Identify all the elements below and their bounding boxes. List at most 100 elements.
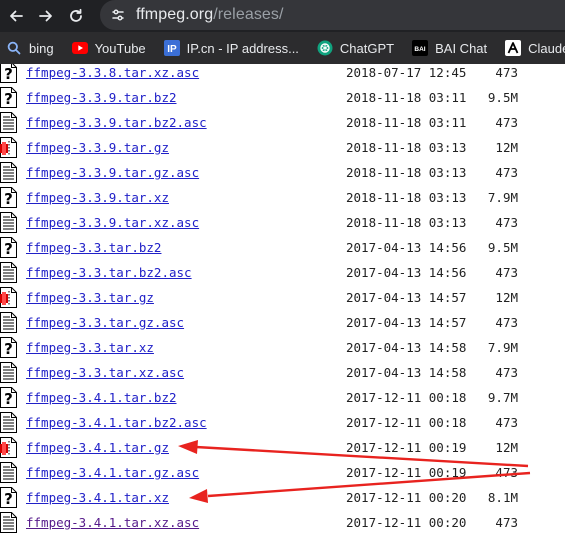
bookmark-label: Claude 2 xyxy=(528,40,565,56)
file-link[interactable]: ffmpeg-3.4.1.tar.xz.asc xyxy=(26,515,199,530)
file-link[interactable]: ffmpeg-3.3.9.tar.bz2 xyxy=(26,90,177,105)
text-file-icon xyxy=(0,262,17,283)
unknown-file-icon: ? xyxy=(0,87,17,108)
file-size: 473 xyxy=(495,365,518,380)
file-link[interactable]: ffmpeg-3.4.1.tar.bz2.asc xyxy=(26,415,207,430)
back-arrow-icon xyxy=(10,10,23,22)
file-link[interactable]: ffmpeg-3.3.9.tar.xz.asc xyxy=(26,215,199,230)
bookmark-label: ChatGPT xyxy=(339,40,395,56)
file-row: ? ffmpeg-3.4.1.tar.xz 2017-12-11 00:20 8.1M xyxy=(0,485,565,510)
file-date: 2017-04-13 14:56 xyxy=(346,265,467,280)
directory-listing: ? ffmpeg-3.3.8.tar.xz.asc 2018-07-17 12:45… xyxy=(0,64,565,538)
file-link[interactable]: ffmpeg-3.4.1.tar.bz2 xyxy=(26,390,177,405)
file-link[interactable]: ffmpeg-3.4.1.tar.xz xyxy=(26,490,169,505)
svg-text:?: ? xyxy=(4,340,13,358)
file-row: ? ffmpeg-3.4.1.tar.bz2 2017-12-11 00:18 9.7… xyxy=(0,385,565,410)
file-link[interactable]: ffmpeg-3.4.1.tar.gz.asc xyxy=(26,465,199,480)
file-size: 7.9M xyxy=(487,340,518,355)
file-link[interactable]: ffmpeg-3.3.9.tar.bz2.asc xyxy=(26,115,207,130)
bookmarks-bar: bing YouTube IP IP.cn - IP address... Ch… xyxy=(0,32,565,64)
text-file-icon xyxy=(0,162,17,183)
reload-button[interactable] xyxy=(62,2,90,30)
site-info-icon[interactable] xyxy=(110,7,126,23)
back-button[interactable] xyxy=(2,2,30,30)
browser-toolbar: ffmpeg.org/releases/ xyxy=(0,0,565,32)
address-bar[interactable]: ffmpeg.org/releases/ xyxy=(100,0,565,30)
file-link[interactable]: ffmpeg-3.3.9.tar.gz.asc xyxy=(26,165,199,180)
file-link[interactable]: ffmpeg-3.3.8.tar.xz.asc xyxy=(26,65,199,80)
unknown-file-icon: ? xyxy=(0,487,17,508)
file-row: ffmpeg-3.3.tar.gz.asc 2017-04-13 14:57 473 xyxy=(0,310,565,335)
file-row: ? ffmpeg-3.3.9.tar.bz2 2018-11-18 03:11 9.5… xyxy=(0,85,565,110)
bookmark-claude[interactable]: Claude 2 xyxy=(505,32,565,64)
bookmark-youtube[interactable]: YouTube xyxy=(71,32,146,64)
file-row: ffmpeg-3.4.1.tar.gz.asc 2017-12-11 00:19 4… xyxy=(0,460,565,485)
svg-text:BAI: BAI xyxy=(415,46,426,53)
file-row: ffmpeg-3.3.9.tar.gz 2018-11-18 03:13 12M xyxy=(0,135,565,160)
compressed-file-icon xyxy=(0,137,17,158)
file-date: 2017-04-13 14:57 xyxy=(346,290,467,305)
svg-text:?: ? xyxy=(4,390,13,408)
file-date: 2017-04-13 14:56 xyxy=(346,240,467,255)
bookmark-ipcn[interactable]: IP IP.cn - IP address... xyxy=(163,32,299,64)
forward-button[interactable] xyxy=(32,2,60,30)
file-row: ? ffmpeg-3.3.tar.bz2 2017-04-13 14:56 9.5M xyxy=(0,235,565,260)
file-link[interactable]: ffmpeg-3.3.tar.gz.asc xyxy=(26,315,184,330)
file-link[interactable]: ffmpeg-3.3.tar.bz2 xyxy=(26,240,161,255)
file-size: 473 xyxy=(495,65,518,80)
file-link[interactable]: ffmpeg-3.3.tar.bz2.asc xyxy=(26,265,192,280)
unknown-file-icon: ? xyxy=(0,187,17,208)
url-domain: ffmpeg.org xyxy=(136,6,214,23)
file-date: 2018-11-18 03:13 xyxy=(346,215,467,230)
file-row: ? ffmpeg-3.3.tar.xz 2017-04-13 14:58 7.9M xyxy=(0,335,565,360)
file-row: ffmpeg-3.3.9.tar.bz2.asc 2018-11-18 03:11… xyxy=(0,110,565,135)
chatgpt-icon xyxy=(317,40,333,56)
bookmark-label: IP.cn - IP address... xyxy=(186,40,299,56)
svg-text:?: ? xyxy=(4,240,13,258)
file-list: ? ffmpeg-3.3.8.tar.xz.asc 2018-07-17 12:45… xyxy=(0,64,565,535)
file-link[interactable]: ffmpeg-3.3.tar.xz.asc xyxy=(26,365,184,380)
text-file-icon xyxy=(0,462,17,483)
file-row: ? ffmpeg-3.3.9.tar.xz 2018-11-18 03:13 7.9M xyxy=(0,185,565,210)
unknown-file-icon: ? xyxy=(0,387,17,408)
bookmark-baichat[interactable]: BAI BAI Chat xyxy=(412,32,487,64)
file-link[interactable]: ffmpeg-3.4.1.tar.gz xyxy=(26,440,169,455)
file-size: 473 xyxy=(495,115,518,130)
file-row: ffmpeg-3.4.1.tar.bz2.asc 2017-12-11 00:18… xyxy=(0,410,565,435)
file-row: ffmpeg-3.4.1.tar.gz 2017-12-11 00:19 12M xyxy=(0,435,565,460)
file-row: ffmpeg-3.3.9.tar.xz.asc 2018-11-18 03:13 4… xyxy=(0,210,565,235)
claude-icon xyxy=(505,40,522,56)
file-link[interactable]: ffmpeg-3.3.9.tar.gz xyxy=(26,140,169,155)
file-row: ffmpeg-3.4.1.tar.xz.asc 2017-12-11 00:20 4… xyxy=(0,510,565,535)
file-row: ffmpeg-3.3.tar.gz 2017-04-13 14:57 12M xyxy=(0,285,565,310)
compressed-file-icon xyxy=(0,287,17,308)
file-date: 2018-11-18 03:13 xyxy=(346,140,467,155)
unknown-file-icon: ? xyxy=(0,237,17,258)
file-link[interactable]: ffmpeg-3.3.9.tar.xz xyxy=(26,190,169,205)
file-size: 473 xyxy=(495,415,518,430)
text-file-icon xyxy=(0,362,17,383)
forward-arrow-icon xyxy=(39,10,52,22)
file-size: 12M xyxy=(495,140,518,155)
file-size: 12M xyxy=(495,440,518,455)
file-size: 7.9M xyxy=(487,190,518,205)
file-size: 12M xyxy=(495,290,518,305)
file-link[interactable]: ffmpeg-3.3.tar.xz xyxy=(26,340,154,355)
url-text: ffmpeg.org/releases/ xyxy=(136,6,284,24)
bookmark-chatgpt[interactable]: ChatGPT xyxy=(317,32,394,64)
ipcn-icon: IP xyxy=(163,40,180,56)
text-file-icon xyxy=(0,112,17,133)
file-size: 473 xyxy=(495,465,518,480)
svg-text:?: ? xyxy=(4,90,13,108)
text-file-icon xyxy=(0,412,17,433)
file-row: ffmpeg-3.3.tar.bz2.asc 2017-04-13 14:56 47… xyxy=(0,260,565,285)
file-row: ffmpeg-3.3.9.tar.gz.asc 2018-11-18 03:13 4… xyxy=(0,160,565,185)
file-row: ffmpeg-3.3.tar.xz.asc 2017-04-13 14:58 473 xyxy=(0,360,565,385)
file-size: 9.5M xyxy=(487,240,518,255)
file-size: 473 xyxy=(495,265,518,280)
file-row: ? ffmpeg-3.3.8.tar.xz.asc 2018-07-17 12:45… xyxy=(0,64,565,85)
unknown-file-icon: ? xyxy=(0,337,17,358)
file-date: 2018-07-17 12:45 xyxy=(346,65,467,80)
bookmark-bing[interactable]: bing xyxy=(6,32,54,64)
file-link[interactable]: ffmpeg-3.3.tar.gz xyxy=(26,290,154,305)
